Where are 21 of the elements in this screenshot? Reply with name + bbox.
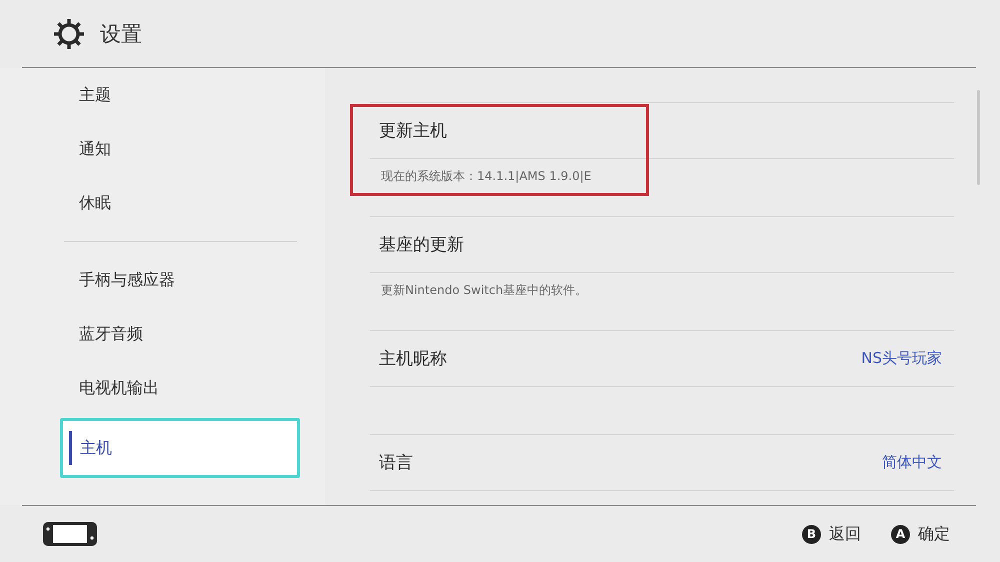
- settings-icon: [52, 16, 86, 50]
- scrollbar[interactable]: [977, 90, 980, 185]
- sidebar-item[interactable]: 蓝牙音频: [0, 307, 325, 361]
- sidebar-item[interactable]: 主题: [0, 68, 325, 122]
- setting-value: 简体中文: [882, 453, 942, 472]
- setting-title[interactable]: 基座的更新: [379, 233, 464, 256]
- setting-description: 现在的系统版本：14.1.1|AMS 1.9.0|E: [381, 168, 592, 185]
- footer-button[interactable]: B 返回: [802, 524, 861, 544]
- console-icon: [42, 521, 98, 547]
- sidebar-item[interactable]: 通知: [0, 122, 325, 176]
- sidebar-item[interactable]: 手柄与感应器: [0, 253, 325, 307]
- sidebar-item[interactable]: 主机: [60, 418, 300, 478]
- setting-value: NS头号玩家: [861, 349, 942, 368]
- sidebar-item[interactable]: 电视机输出: [0, 361, 325, 415]
- sidebar-item[interactable]: 休眠: [0, 176, 325, 230]
- setting-description: 更新Nintendo Switch基座中的软件。: [381, 282, 588, 299]
- setting-title[interactable]: 语言: [379, 451, 413, 474]
- setting-title[interactable]: 主机昵称: [379, 347, 447, 370]
- footer-button[interactable]: A 确定: [891, 524, 950, 544]
- page-title: 设置: [100, 20, 142, 48]
- setting-title[interactable]: 更新主机: [379, 119, 447, 142]
